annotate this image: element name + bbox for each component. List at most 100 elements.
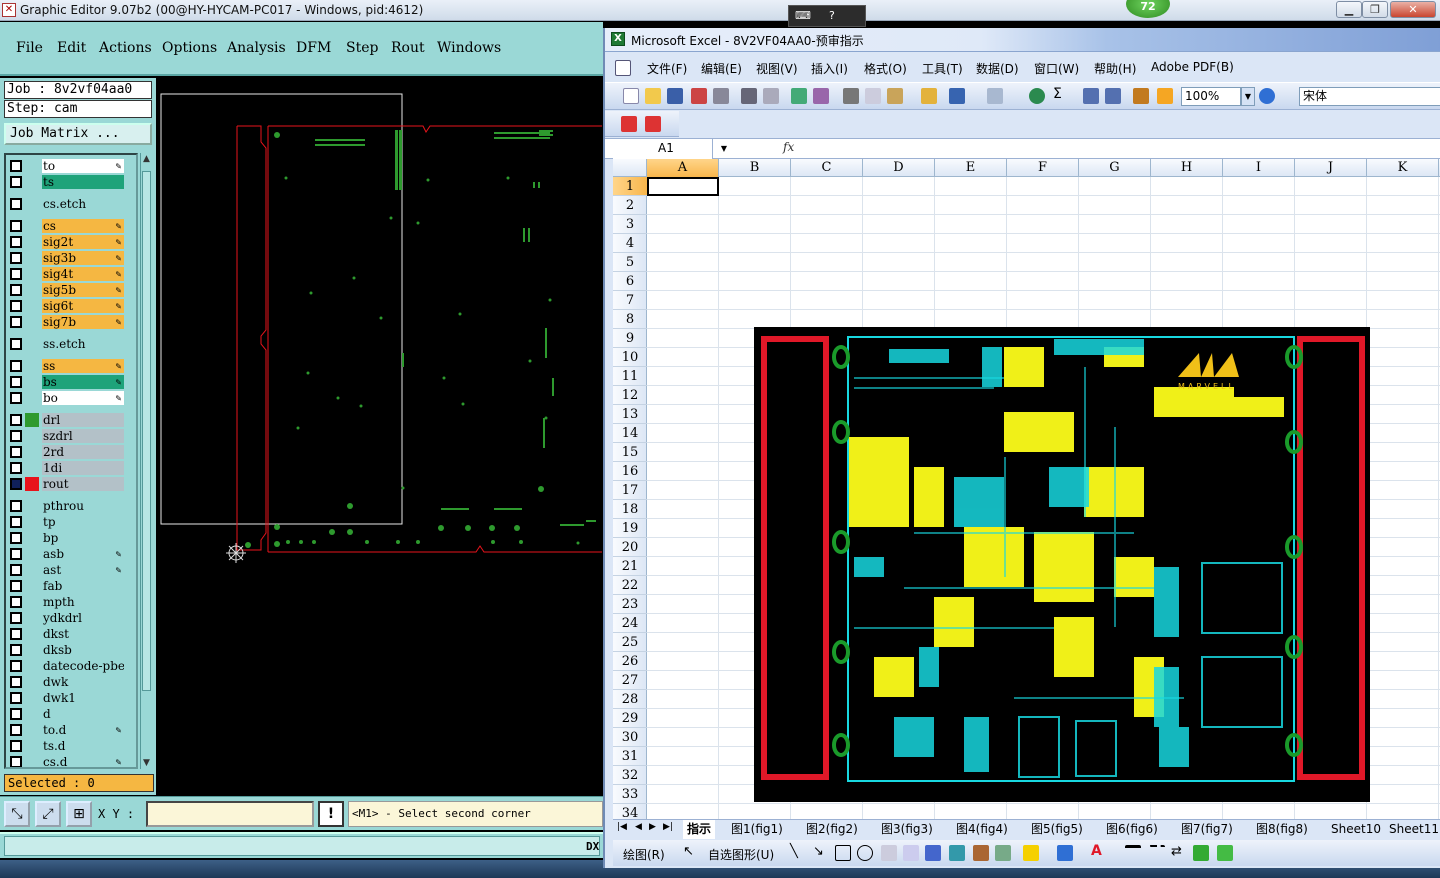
layer-name[interactable]: sig6t ✎ bbox=[42, 299, 124, 313]
column-header-I[interactable]: I bbox=[1223, 159, 1295, 177]
layer-row-2rd[interactable]: 2rd bbox=[8, 445, 126, 459]
layer-checkbox[interactable] bbox=[10, 500, 22, 512]
layer-color-swatch[interactable] bbox=[25, 643, 39, 657]
research-icon[interactable] bbox=[813, 88, 829, 104]
vertical-textbox-icon[interactable] bbox=[903, 845, 919, 861]
layer-name[interactable]: dksb bbox=[42, 643, 124, 657]
diagram-icon[interactable] bbox=[949, 845, 965, 861]
layer-color-swatch[interactable] bbox=[25, 413, 39, 427]
sheet-tab[interactable]: Sheet10 bbox=[1327, 820, 1385, 839]
autoshapes-menu[interactable]: 自选图形(U) bbox=[708, 846, 774, 863]
new-icon[interactable] bbox=[623, 88, 639, 104]
layer-color-swatch[interactable] bbox=[25, 499, 39, 513]
layer-color-swatch[interactable] bbox=[25, 219, 39, 233]
font-color-icon[interactable]: A bbox=[1091, 843, 1107, 859]
row-header-10[interactable]: 10 bbox=[613, 348, 647, 367]
clipart-icon[interactable] bbox=[973, 845, 989, 861]
open-icon[interactable] bbox=[645, 88, 661, 104]
layer-name[interactable]: datecode-pbe bbox=[42, 659, 124, 673]
layer-row-ts.d[interactable]: ts.d bbox=[8, 739, 126, 753]
layer-name[interactable]: fab bbox=[42, 579, 124, 593]
row-header-6[interactable]: 6 bbox=[613, 272, 647, 291]
layer-row-ydkdrl[interactable]: ydkdrl bbox=[8, 611, 126, 625]
layer-row-to[interactable]: to ✎ bbox=[8, 159, 126, 173]
xy-coordinate-input[interactable] bbox=[146, 801, 314, 827]
shadow-style-icon[interactable] bbox=[1193, 845, 1209, 861]
wordart-icon[interactable] bbox=[925, 845, 941, 861]
layer-checkbox[interactable] bbox=[10, 580, 22, 592]
column-header-J[interactable]: J bbox=[1295, 159, 1367, 177]
layer-checkbox[interactable] bbox=[10, 376, 22, 388]
layer-name[interactable]: ts bbox=[42, 175, 124, 189]
sheet-tab[interactable]: 指示 bbox=[683, 820, 716, 839]
layer-name[interactable]: ast ✎ bbox=[42, 563, 124, 577]
menu-data-cn[interactable]: 数据(D) bbox=[976, 60, 1019, 77]
layer-row-cs.d[interactable]: cs.d ✎ bbox=[8, 755, 126, 767]
layer-checkbox[interactable] bbox=[10, 430, 22, 442]
layer-name[interactable]: ss.etch bbox=[42, 337, 124, 351]
layer-color-swatch[interactable] bbox=[25, 235, 39, 249]
help-icon[interactable] bbox=[1259, 88, 1275, 104]
layer-row-tp[interactable]: tp bbox=[8, 515, 126, 529]
layer-checkbox[interactable] bbox=[10, 740, 22, 752]
layer-row-1di[interactable]: 1di bbox=[8, 461, 126, 475]
row-header-17[interactable]: 17 bbox=[613, 481, 647, 500]
textbox-tool-icon[interactable] bbox=[881, 845, 897, 861]
layer-name[interactable]: ydkdrl bbox=[42, 611, 124, 625]
layer-checkbox[interactable] bbox=[10, 612, 22, 624]
layer-name[interactable]: to ✎ bbox=[42, 159, 124, 173]
layer-name[interactable]: sig7b ✎ bbox=[42, 315, 124, 329]
row-header-34[interactable]: 34 bbox=[613, 804, 647, 819]
sheet-tab[interactable]: 图5(fig5) bbox=[1027, 820, 1087, 839]
layer-color-swatch[interactable] bbox=[25, 175, 39, 189]
layer-row-drl[interactable]: drl bbox=[8, 413, 126, 427]
menu-insert-cn[interactable]: 插入(I) bbox=[811, 60, 848, 77]
keyboard-icon[interactable]: ⌨ bbox=[795, 9, 811, 22]
menu-edit-cn[interactable]: 编辑(E) bbox=[701, 60, 742, 77]
layer-checkbox[interactable] bbox=[10, 756, 22, 767]
layer-color-swatch[interactable] bbox=[25, 299, 39, 313]
row-header-33[interactable]: 33 bbox=[613, 785, 647, 804]
layer-checkbox[interactable] bbox=[10, 478, 22, 490]
layer-checkbox[interactable] bbox=[10, 628, 22, 640]
layer-checkbox[interactable] bbox=[10, 338, 22, 350]
genesis-titlebar[interactable]: ✕ Graphic Editor 9.07b2 (00@HY-HYCAM-PC0… bbox=[0, 0, 1440, 21]
layer-row-sig2t[interactable]: sig2t ✎ bbox=[8, 235, 126, 249]
layer-color-swatch[interactable] bbox=[25, 391, 39, 405]
layer-name[interactable]: d bbox=[42, 707, 124, 721]
row-header-26[interactable]: 26 bbox=[613, 652, 647, 671]
row-header-5[interactable]: 5 bbox=[613, 253, 647, 272]
sheet-tab[interactable]: 图2(fig2) bbox=[802, 820, 862, 839]
layer-checkbox[interactable] bbox=[10, 268, 22, 280]
layer-color-swatch[interactable] bbox=[25, 359, 39, 373]
row-header-24[interactable]: 24 bbox=[613, 614, 647, 633]
layer-checkbox[interactable] bbox=[10, 676, 22, 688]
pcb-screenshot-image[interactable]: MARVELL bbox=[754, 327, 1370, 802]
layer-row-fab[interactable]: fab bbox=[8, 579, 126, 593]
menu-file[interactable]: File bbox=[16, 40, 43, 56]
layer-row-ss.etch[interactable]: ss.etch bbox=[8, 337, 126, 351]
layer-color-swatch[interactable] bbox=[25, 675, 39, 689]
prev-sheet-icon[interactable]: ◀ bbox=[635, 822, 642, 832]
layer-row-asb[interactable]: asb ✎ bbox=[8, 547, 126, 561]
layer-list[interactable]: to ✎ ts cs.etch cs ✎ sig2t ✎ sig3b ✎ sig4t ✎ sig5b ✎ s… bbox=[4, 153, 138, 769]
print-preview-icon[interactable] bbox=[763, 88, 779, 104]
column-header-D[interactable]: D bbox=[863, 159, 935, 177]
row-header-25[interactable]: 25 bbox=[613, 633, 647, 652]
layer-row-bs[interactable]: bs ✎ bbox=[8, 375, 126, 389]
layer-name[interactable]: sig2t ✎ bbox=[42, 235, 124, 249]
layer-row-dksb[interactable]: dksb bbox=[8, 643, 126, 657]
layer-color-swatch[interactable] bbox=[25, 197, 39, 211]
layer-row-sig3b[interactable]: sig3b ✎ bbox=[8, 251, 126, 265]
layer-color-swatch[interactable] bbox=[25, 611, 39, 625]
layer-row-bo[interactable]: bo ✎ bbox=[8, 391, 126, 405]
layer-name[interactable]: dkst bbox=[42, 627, 124, 641]
layer-checkbox[interactable] bbox=[10, 252, 22, 264]
convert-to-pdf-icon[interactable] bbox=[621, 116, 637, 132]
layer-checkbox[interactable] bbox=[10, 692, 22, 704]
row-header-14[interactable]: 14 bbox=[613, 424, 647, 443]
layer-name[interactable]: asb ✎ bbox=[42, 547, 124, 561]
drawing-toggle-icon[interactable] bbox=[1157, 88, 1173, 104]
layer-name[interactable]: rout bbox=[42, 477, 124, 491]
select-all-corner[interactable] bbox=[613, 159, 647, 177]
